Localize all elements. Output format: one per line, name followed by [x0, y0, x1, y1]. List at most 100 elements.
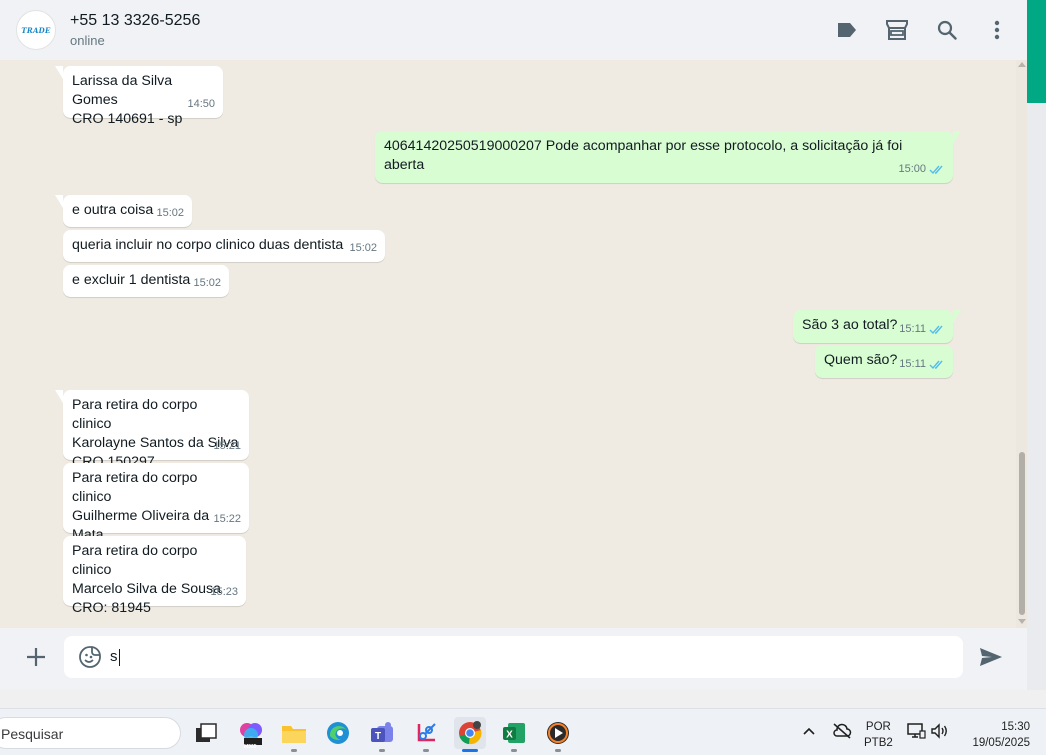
- message-time: 15:02: [193, 277, 221, 289]
- window-side-strip: [1027, 103, 1046, 708]
- message-bubble-incoming[interactable]: Para retira do corpo clinico Guilherme O…: [63, 463, 249, 562]
- text-caret: [118, 648, 120, 666]
- keyboard-layout: PTB2: [864, 737, 893, 749]
- window-accent-strip: [1027, 0, 1046, 103]
- scroll-up-arrow[interactable]: [1018, 62, 1026, 67]
- message-bubble-outgoing[interactable]: Quem são? 15:11: [815, 345, 953, 378]
- message-meta: 15:11: [899, 355, 945, 374]
- taskbar-search-placeholder: Pesquisar: [1, 726, 64, 742]
- message-text: Para retira do corpo clinico Marcelo Sil…: [72, 543, 222, 616]
- message-time: 15:11: [899, 323, 926, 335]
- message-bubble-incoming[interactable]: Para retira do corpo clinico Karolayne S…: [55, 390, 249, 470]
- input-typed-text: s: [110, 648, 118, 665]
- contact-name: +55 13 3326-5256: [70, 12, 201, 29]
- m365-badge: M365: [244, 744, 257, 750]
- message-time: 15:23: [210, 586, 238, 598]
- read-ticks-icon: [929, 325, 943, 335]
- contact-status: online: [70, 33, 105, 48]
- show-hidden-icons-chevron-icon[interactable]: [800, 722, 820, 742]
- network-display-icon[interactable]: [906, 722, 926, 742]
- message-text: São 3 ao total?: [802, 317, 898, 333]
- language-indicator[interactable]: POR PTB2: [864, 719, 893, 751]
- message-meta: 15:11: [899, 320, 945, 339]
- message-input[interactable]: s: [64, 636, 963, 678]
- teams-icon[interactable]: T: [366, 717, 398, 752]
- bubble-tail: [953, 310, 961, 323]
- file-explorer-icon[interactable]: [278, 717, 310, 752]
- read-ticks-icon: [929, 165, 943, 175]
- message-meta: 15:23: [210, 583, 238, 602]
- message-text: queria incluir no corpo clinico duas den…: [72, 237, 344, 253]
- app-running-indicator: [511, 749, 517, 752]
- chat-header[interactable]: TRADE +55 13 3326-5256 online: [0, 0, 1027, 60]
- volume-icon[interactable]: [930, 722, 950, 742]
- message-text: e excluir 1 dentista: [72, 272, 191, 288]
- bubble-tail: [55, 195, 63, 208]
- app-running-indicator: [555, 749, 561, 752]
- microsoft-365-icon[interactable]: M365: [235, 717, 267, 750]
- clock-time: 15:30: [1001, 721, 1030, 733]
- scrollbar-thumb[interactable]: [1019, 452, 1025, 615]
- menu-dots-icon[interactable]: [985, 13, 1009, 47]
- svg-text:X: X: [506, 730, 513, 741]
- task-view-icon[interactable]: [190, 717, 222, 749]
- attach-plus-icon[interactable]: [24, 645, 48, 669]
- message-time: 15:02: [349, 242, 377, 254]
- contact-avatar[interactable]: TRADE: [16, 10, 56, 50]
- message-meta: 15:22: [213, 510, 241, 529]
- message-meta: 15:02: [193, 274, 221, 293]
- message-bubble-outgoing[interactable]: 40641420250519000207 Pode acompanhar por…: [375, 131, 961, 183]
- sticker-emoji-icon[interactable]: [78, 645, 102, 669]
- media-player-icon[interactable]: [542, 717, 574, 752]
- message-time: 14:50: [187, 98, 215, 110]
- message-time: 15:00: [898, 163, 926, 175]
- window-bottom-edge: [0, 690, 1046, 708]
- message-composer: s: [0, 628, 1027, 690]
- cloud-offline-icon[interactable]: [832, 722, 852, 742]
- message-text: Para retira do corpo clinico Karolayne S…: [72, 397, 239, 470]
- message-meta: 15:21: [213, 437, 241, 456]
- clock[interactable]: 15:30 19/05/2025: [962, 719, 1030, 751]
- message-meta: 15:02: [156, 204, 184, 223]
- taskbar-search[interactable]: Pesquisar: [0, 717, 181, 749]
- app-running-indicator: [379, 749, 385, 752]
- message-bubble-incoming[interactable]: Para retira do corpo clinico Marcelo Sil…: [63, 536, 246, 616]
- label-icon[interactable]: [835, 13, 859, 47]
- language-code: POR: [865, 721, 891, 733]
- app-running-indicator: [291, 749, 297, 752]
- contact-info[interactable]: +55 13 3326-5256 online: [70, 10, 200, 50]
- message-meta: 14:50: [187, 95, 215, 114]
- windows-taskbar: Pesquisar M365 T X POR PTB2 15:30 19/05/…: [0, 708, 1046, 755]
- edge-browser-icon[interactable]: [322, 717, 354, 749]
- message-text: Quem são?: [824, 352, 898, 368]
- message-time: 15:22: [213, 513, 241, 525]
- header-actions: [835, 13, 1009, 47]
- message-time: 15:02: [156, 207, 184, 219]
- message-time: 15:11: [899, 358, 926, 370]
- excel-icon[interactable]: X: [498, 717, 530, 752]
- message-text: Larissa da Silva Gomes CRO 140691 - sp: [72, 73, 183, 127]
- message-bubble-incoming[interactable]: Larissa da Silva Gomes CRO 140691 - sp 1…: [55, 66, 223, 127]
- message-bubble-outgoing[interactable]: São 3 ao total? 15:11: [793, 310, 961, 343]
- catalog-store-icon[interactable]: [885, 13, 909, 47]
- chrome-browser-icon[interactable]: [454, 717, 486, 752]
- message-meta: 15:02: [349, 239, 377, 258]
- app-running-indicator: [462, 749, 478, 752]
- read-ticks-icon: [929, 360, 943, 370]
- message-bubble-incoming[interactable]: queria incluir no corpo clinico duas den…: [63, 230, 385, 262]
- app-running-indicator: [423, 749, 429, 752]
- bubble-tail: [55, 66, 63, 79]
- send-icon[interactable]: [978, 645, 1004, 669]
- message-bubble-incoming[interactable]: e outra coisa 15:02: [55, 195, 192, 227]
- message-time: 15:21: [213, 440, 241, 452]
- message-input-value[interactable]: s: [110, 648, 120, 666]
- bubble-tail: [55, 390, 63, 403]
- clock-date: 19/05/2025: [972, 737, 1030, 749]
- bubble-tail: [953, 131, 961, 144]
- message-meta: 15:00: [898, 160, 945, 179]
- snipping-tool-icon[interactable]: [410, 717, 442, 752]
- message-bubble-incoming[interactable]: e excluir 1 dentista 15:02: [63, 265, 229, 297]
- scroll-down-arrow[interactable]: [1018, 619, 1026, 624]
- avatar-logo: TRADE: [21, 25, 51, 35]
- search-icon[interactable]: [935, 13, 959, 47]
